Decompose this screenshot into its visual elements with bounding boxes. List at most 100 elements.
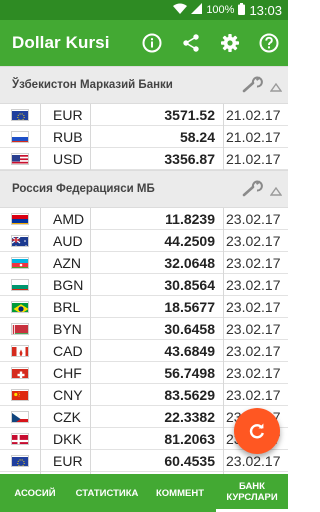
currency-code: BGN	[53, 277, 84, 293]
exchange-rate: 22.3382	[164, 409, 215, 425]
currency-row[interactable]: BGN 30.8564 23.02.17	[0, 274, 288, 296]
settings-button[interactable]	[218, 31, 241, 54]
currency-code: BYN	[53, 321, 82, 337]
rate-cell: 32.0648	[90, 252, 224, 274]
currency-code-cell: BYN	[40, 318, 90, 340]
flag-eu-icon	[11, 455, 29, 467]
currency-code-cell: USD	[40, 148, 90, 170]
info-button[interactable]	[140, 31, 163, 54]
exchange-rate: 11.8239	[165, 211, 215, 227]
status-bar: 100% 13:03	[0, 0, 288, 20]
app-title: Dollar Kursi	[12, 33, 110, 52]
currency-row[interactable]: CAD 43.6849 23.02.17	[0, 340, 288, 362]
rate-cell: 43.6849	[90, 340, 224, 362]
app-bar: Dollar Kursi	[0, 20, 288, 66]
flag-us-icon	[11, 153, 29, 165]
currency-code-cell: BRL	[40, 296, 90, 318]
currency-row[interactable]: BRL 18.5677 23.02.17	[0, 296, 288, 318]
tab-statistics[interactable]: СТАТИСТИКА	[70, 474, 144, 512]
currency-code: CNY	[53, 387, 83, 403]
currency-code: EUR	[53, 453, 83, 469]
rate-cell: 3356.87	[90, 148, 224, 170]
rate-date: 23.02.17	[226, 211, 281, 227]
rate-date: 21.02.17	[226, 151, 281, 167]
currency-code: CHF	[53, 365, 82, 381]
flag-az-icon	[11, 257, 29, 269]
currency-code: USD	[53, 151, 83, 167]
wrench-icon[interactable]	[242, 76, 264, 99]
tab-bank-rates[interactable]: БАНК КУРСЛАРИ	[216, 474, 288, 512]
rate-cell: 18.5677	[90, 296, 224, 318]
currency-row[interactable]: AUD 44.2509 23.02.17	[0, 230, 288, 252]
currency-code-cell: BGN	[40, 274, 90, 296]
currency-code: AUD	[53, 233, 83, 249]
currency-row[interactable]: EUR 3571.52 21.02.17	[0, 104, 288, 126]
rate-date: 23.02.17	[226, 321, 281, 337]
rate-cell: 56.7498	[90, 362, 224, 384]
exchange-rate: 18.5677	[164, 299, 215, 315]
triangle-up-icon[interactable]	[269, 79, 283, 97]
clock: 13:03	[249, 2, 282, 18]
rate-cell: 30.6458	[90, 318, 224, 340]
currency-code-cell: AZN	[40, 252, 90, 274]
currency-code: EUR	[53, 107, 83, 123]
wrench-icon[interactable]	[242, 180, 264, 203]
currency-row[interactable]: CHF 56.7498 23.02.17	[0, 362, 288, 384]
share-button[interactable]	[179, 31, 202, 54]
tab-comments[interactable]: КОММЕНТ	[144, 474, 216, 512]
rate-cell: 44.2509	[90, 230, 224, 252]
currency-code: AZN	[53, 255, 81, 271]
flag-ca-icon	[11, 345, 29, 357]
exchange-rate: 83.5629	[164, 387, 215, 403]
rate-date: 23.02.17	[226, 233, 281, 249]
flag-cn-icon	[11, 389, 29, 401]
currency-code-cell: EUR	[40, 104, 90, 126]
refresh-button[interactable]	[234, 408, 280, 454]
currency-code-cell: RUB	[40, 126, 90, 148]
exchange-rate: 3356.87	[164, 151, 215, 167]
tab-main[interactable]: АСОСИЙ	[0, 474, 70, 512]
help-icon	[259, 33, 278, 52]
flag-ch-icon	[11, 367, 29, 379]
currency-row[interactable]: USD 3356.87 21.02.17	[0, 148, 288, 170]
battery-percent: 100%	[206, 4, 235, 16]
rate-cell: 60.4535	[90, 450, 224, 472]
currency-row[interactable]: CNY 83.5629 23.02.17	[0, 384, 288, 406]
currency-code-cell: EUR	[40, 450, 90, 472]
currency-code-cell: CAD	[40, 340, 90, 362]
help-button[interactable]	[257, 31, 280, 54]
section-header[interactable]: Россия Федерацияси МБ	[0, 170, 288, 208]
exchange-rate: 30.8564	[164, 277, 215, 293]
section-title: Россия Федерацияси МБ	[12, 183, 155, 195]
currency-code-cell: DKK	[40, 428, 90, 450]
rate-cell: 11.8239	[90, 208, 224, 230]
flag-am-icon	[11, 213, 29, 225]
currency-code-cell: AUD	[40, 230, 90, 252]
exchange-rate: 3571.52	[164, 107, 215, 123]
currency-row[interactable]: BYN 30.6458 23.02.17	[0, 318, 288, 340]
currency-row[interactable]: EUR 60.4535 23.02.17	[0, 450, 288, 472]
rate-cell: 3571.52	[90, 104, 224, 126]
currency-code: AMD	[53, 211, 85, 227]
rate-date: 23.02.17	[226, 365, 281, 381]
flag-br-icon	[11, 301, 29, 313]
triangle-up-icon[interactable]	[269, 183, 283, 201]
exchange-rate: 30.6458	[164, 321, 215, 337]
currency-row[interactable]: RUB 58.24 21.02.17	[0, 126, 288, 148]
rate-cell: 30.8564	[90, 274, 224, 296]
rate-date: 23.02.17	[226, 453, 281, 469]
rate-cell: 22.3382	[90, 406, 224, 428]
section-actions	[242, 180, 283, 203]
section-header[interactable]: Ўзбекистон Марказий Банки	[0, 66, 288, 104]
rate-date: 23.02.17	[226, 277, 281, 293]
flag-cz-icon	[11, 411, 29, 423]
currency-row[interactable]: AZN 32.0648 23.02.17	[0, 252, 288, 274]
exchange-rate: 32.0648	[164, 255, 215, 271]
flag-ru-icon	[11, 131, 29, 143]
currency-row[interactable]: AMD 11.8239 23.02.17	[0, 208, 288, 230]
rate-cell: 58.24	[90, 126, 224, 148]
share-icon	[182, 33, 199, 52]
flag-eu-icon	[11, 109, 29, 121]
currency-code-cell: CNY	[40, 384, 90, 406]
section-actions	[242, 76, 283, 99]
